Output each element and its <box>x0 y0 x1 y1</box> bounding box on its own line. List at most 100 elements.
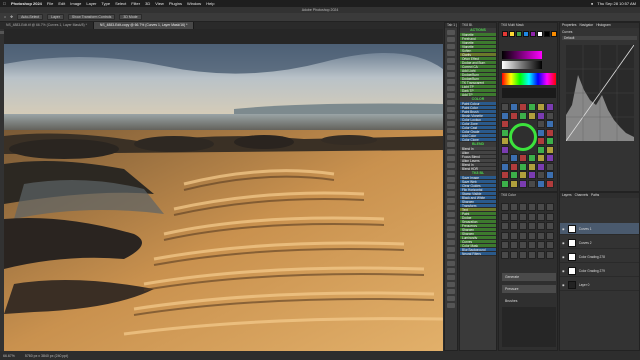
hue-strip[interactable] <box>502 73 556 85</box>
action-icon[interactable] <box>447 261 455 266</box>
clock[interactable]: Thu Sep 28 10:57 AM <box>597 1 636 6</box>
menu-view[interactable]: View <box>155 1 164 6</box>
visibility-eye-icon[interactable]: ◉ <box>562 255 565 259</box>
tab-properties[interactable]: Properties <box>562 23 577 28</box>
mask-tool-button[interactable] <box>510 111 518 120</box>
mask-tool-button[interactable] <box>537 154 545 162</box>
mask-tool-button[interactable] <box>546 145 554 154</box>
color-tool-button[interactable] <box>501 241 509 249</box>
layer-row[interactable]: ◉ Color Grading 278 <box>560 251 639 263</box>
mask-tool-button[interactable] <box>537 120 545 128</box>
color-swatch[interactable] <box>530 31 536 37</box>
layer-row[interactable]: ◉ Curves 2 <box>560 237 639 249</box>
visibility-eye-icon[interactable]: ◉ <box>562 227 565 231</box>
color-tool-button[interactable] <box>537 231 545 240</box>
mask-tool-button[interactable] <box>510 162 518 171</box>
color-tool-button[interactable] <box>519 250 527 259</box>
action-icon[interactable] <box>447 37 455 42</box>
color-tool-button[interactable] <box>510 222 518 230</box>
mask-tool-button[interactable] <box>501 128 509 137</box>
app-menu[interactable]: Photoshop 2024 <box>11 1 42 6</box>
color-swatch[interactable] <box>544 31 550 37</box>
color-tool-button[interactable] <box>546 250 554 259</box>
tab-paths[interactable]: Paths <box>591 193 599 198</box>
action-icon[interactable] <box>447 296 455 301</box>
mask-tool-button[interactable] <box>546 154 554 162</box>
action-icon[interactable] <box>447 303 455 308</box>
color-tool-button[interactable] <box>546 231 554 240</box>
action-icon[interactable] <box>447 93 455 98</box>
mask-tool-button[interactable] <box>537 137 545 145</box>
color-tool-button[interactable] <box>501 203 509 211</box>
action-icon[interactable] <box>447 51 455 56</box>
menu-3d[interactable]: 3D <box>145 1 150 6</box>
luminosity-bar[interactable] <box>502 61 542 69</box>
action-icon[interactable] <box>447 198 455 203</box>
color-swatch[interactable] <box>516 31 522 37</box>
menu-window[interactable]: Window <box>187 1 201 6</box>
color-tool-button[interactable] <box>528 241 536 249</box>
color-tool-button[interactable] <box>537 222 545 230</box>
wifi-icon[interactable]: ● <box>591 1 593 6</box>
mask-tool-button[interactable] <box>537 128 545 137</box>
preset-select[interactable]: Default <box>562 36 637 40</box>
action-icon[interactable] <box>447 247 455 252</box>
tab-document-1[interactable]: NS_4883-Edit.tif @ 66.7% (Curves 1, Laye… <box>0 22 94 29</box>
color-tool-button[interactable] <box>510 203 518 211</box>
mask-tool-button[interactable] <box>510 179 518 188</box>
move-tool-icon[interactable]: ✥ <box>10 15 13 19</box>
menu-help[interactable]: Help <box>206 1 214 6</box>
mask-tool-button[interactable] <box>519 103 527 111</box>
action-icon[interactable] <box>447 72 455 77</box>
color-tool-button[interactable] <box>519 222 527 230</box>
action-icon[interactable] <box>447 275 455 280</box>
pressure-button[interactable]: Pressure <box>502 285 556 293</box>
action-icon[interactable] <box>447 163 455 168</box>
color-tool-button[interactable] <box>546 222 554 230</box>
action-icon[interactable] <box>447 100 455 105</box>
curves-histogram[interactable] <box>566 45 634 141</box>
tab-document-2[interactable]: NS_4883-Edit-copy @ 66.7% (Curves 1, Lay… <box>93 22 195 29</box>
mask-tool-button[interactable] <box>528 162 536 171</box>
auto-select-checkbox[interactable]: Auto-Select <box>17 14 44 20</box>
mask-tool-button[interactable] <box>546 162 554 171</box>
action-icon[interactable] <box>447 142 455 147</box>
menu-plugins[interactable]: Plugins <box>169 1 182 6</box>
color-tool-button[interactable] <box>537 203 545 211</box>
mask-tool-button[interactable] <box>528 171 536 179</box>
mask-tool-button[interactable] <box>501 179 509 188</box>
mask-tool-button[interactable] <box>546 128 554 137</box>
mask-tool-button[interactable] <box>501 145 509 154</box>
mask-tool-button[interactable] <box>537 162 545 171</box>
color-tool-button[interactable] <box>537 241 545 249</box>
action-icon[interactable] <box>447 107 455 112</box>
color-tool-button[interactable] <box>519 203 527 211</box>
mask-tool-button[interactable] <box>546 171 554 179</box>
color-tool-button[interactable] <box>546 241 554 249</box>
color-tool-button[interactable] <box>501 212 509 221</box>
mask-tool-button[interactable] <box>546 103 554 111</box>
action-icon[interactable] <box>447 79 455 84</box>
action-icon[interactable] <box>447 226 455 231</box>
action-icon[interactable] <box>447 184 455 189</box>
action-icon[interactable] <box>447 254 455 259</box>
action-icon[interactable] <box>447 289 455 294</box>
mask-tool-button[interactable] <box>537 145 545 154</box>
action-icon[interactable] <box>447 135 455 140</box>
mask-tool-button[interactable] <box>537 111 545 120</box>
color-swatch[interactable] <box>502 31 508 37</box>
mask-tool-button[interactable] <box>528 103 536 111</box>
action-icon[interactable] <box>447 191 455 196</box>
mask-tool-button[interactable] <box>546 111 554 120</box>
mask-tool-button[interactable] <box>501 111 509 120</box>
preset-item[interactable]: Neural Filters <box>460 252 496 256</box>
mask-tool-button[interactable] <box>528 179 536 188</box>
color-tool-button[interactable] <box>537 250 545 259</box>
mask-tool-button[interactable] <box>519 154 527 162</box>
mask-tool-button[interactable] <box>519 171 527 179</box>
action-icon[interactable] <box>447 240 455 245</box>
mask-tool-button[interactable] <box>537 171 545 179</box>
color-tool-button[interactable] <box>519 231 527 240</box>
tab-histogram[interactable]: Histogram <box>596 23 611 28</box>
color-tool-button[interactable] <box>528 222 536 230</box>
